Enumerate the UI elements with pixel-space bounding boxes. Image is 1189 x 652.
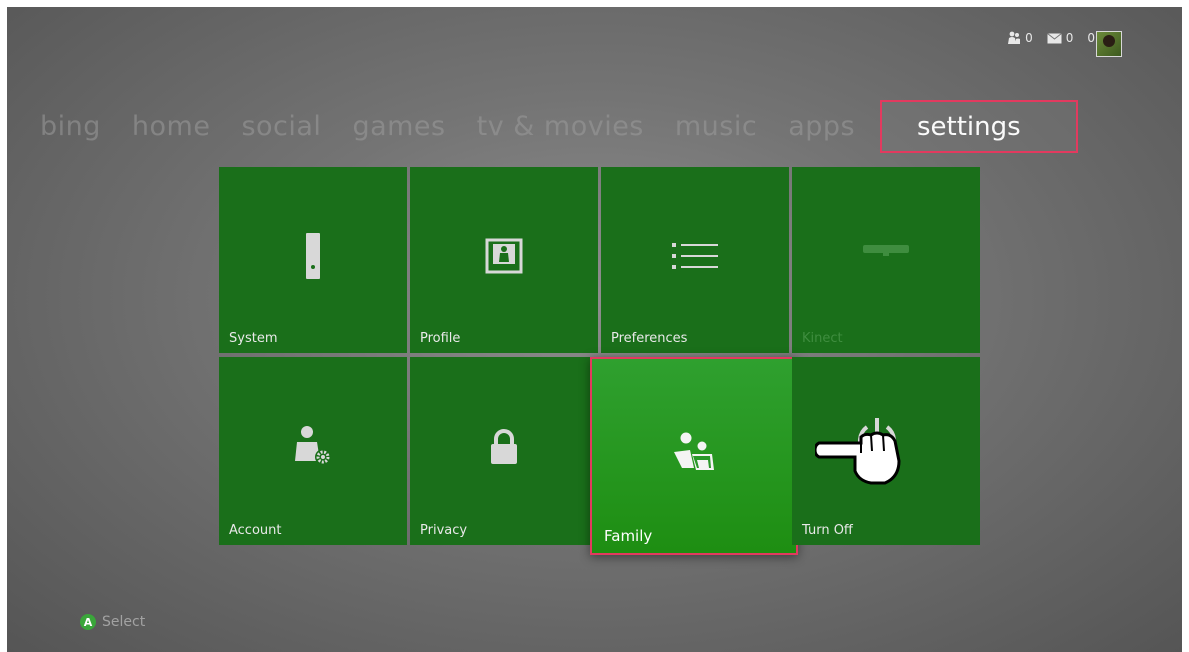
console-icon xyxy=(306,233,320,280)
tile-label: Preferences xyxy=(611,331,688,346)
tile-profile[interactable]: Profile xyxy=(410,167,598,353)
kinect-icon xyxy=(863,244,909,256)
nav-item-music[interactable]: music xyxy=(675,111,757,142)
tile-label: Privacy xyxy=(420,523,468,538)
tile-system[interactable]: System xyxy=(219,167,407,353)
a-button-icon: A xyxy=(80,614,96,630)
nav-item-apps[interactable]: apps xyxy=(788,111,855,142)
nav-item-social[interactable]: social xyxy=(241,111,321,142)
mail-icon xyxy=(1046,32,1062,43)
list-icon xyxy=(672,243,718,270)
dashboard-screen: 0 0 0 bing home social games tv & movies… xyxy=(7,7,1182,652)
controller-hint: A Select xyxy=(80,614,145,630)
friends-count: 0 xyxy=(1025,31,1033,45)
account-gear-icon xyxy=(295,426,331,466)
top-nav: bing home social games tv & movies music… xyxy=(40,111,886,142)
lock-icon xyxy=(491,429,517,465)
tile-label: Kinect xyxy=(802,331,843,346)
hint-label: Select xyxy=(102,614,146,630)
profile-icon xyxy=(485,238,523,274)
nav-item-bing[interactable]: bing xyxy=(40,111,101,142)
messages-status[interactable]: 0 xyxy=(1046,31,1074,45)
friends-icon xyxy=(1008,31,1021,44)
tile-account[interactable]: Account xyxy=(219,357,407,545)
gamerscore-value: 0 xyxy=(1087,31,1095,45)
tile-family[interactable]: Family xyxy=(590,357,798,555)
tile-label: Profile xyxy=(420,331,461,346)
tile-label: Family xyxy=(604,527,653,545)
nav-item-home[interactable]: home xyxy=(132,111,211,142)
family-icon xyxy=(674,432,714,471)
tile-privacy[interactable]: Privacy xyxy=(410,357,598,545)
tile-label: Account xyxy=(229,523,282,538)
tile-preferences[interactable]: Preferences xyxy=(601,167,789,353)
messages-count: 0 xyxy=(1065,31,1074,45)
nav-item-settings[interactable]: settings xyxy=(880,100,1078,153)
gamer-avatar[interactable] xyxy=(1096,31,1122,57)
nav-item-games[interactable]: games xyxy=(352,111,445,142)
tile-kinect: Kinect xyxy=(792,167,980,353)
tile-label: System xyxy=(229,331,278,346)
hand-pointer-cursor-icon xyxy=(815,431,901,485)
friends-status[interactable]: 0 xyxy=(1007,31,1033,45)
tile-label: Turn Off xyxy=(802,523,853,538)
nav-item-tv-movies[interactable]: tv & movies xyxy=(477,111,644,142)
